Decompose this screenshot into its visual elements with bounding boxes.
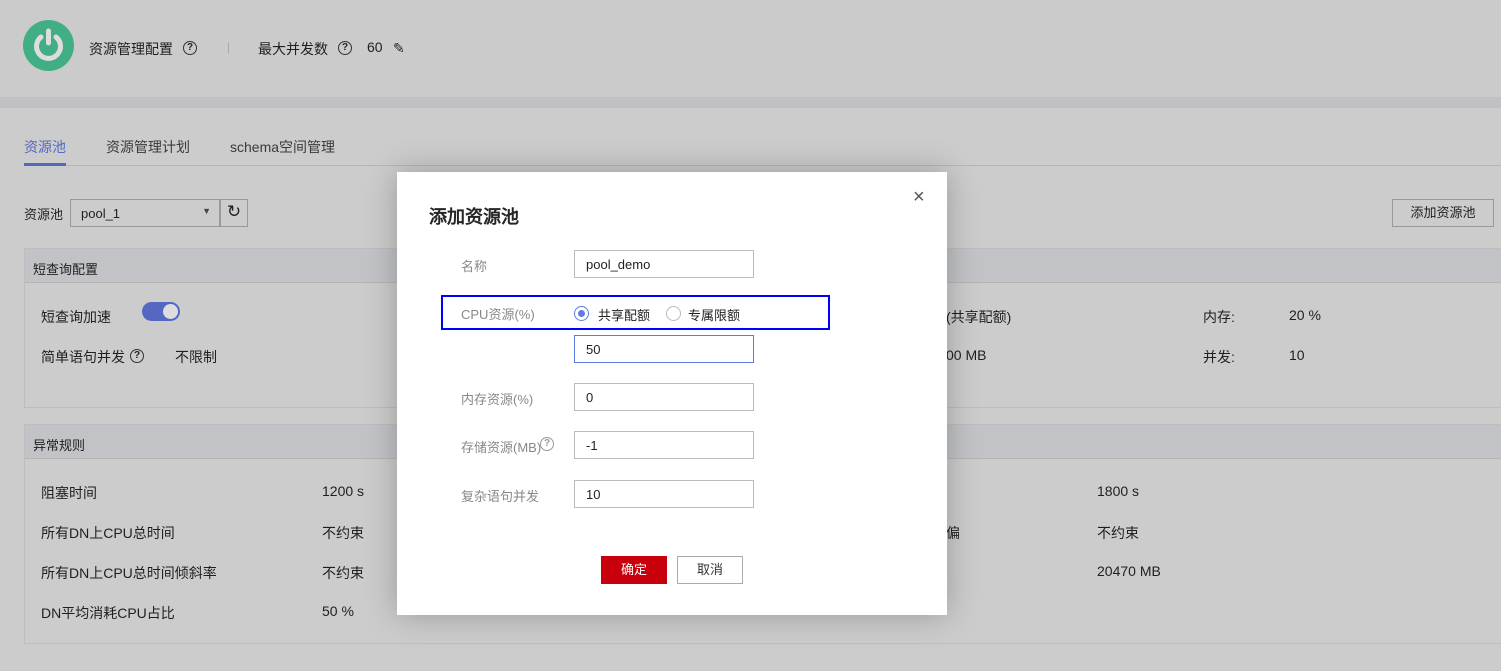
name-label: 名称 [461, 259, 488, 274]
memory-value: 20 % [1289, 307, 1321, 323]
help-icon[interactable]: ? [130, 349, 144, 363]
add-pool-dialog: 添加资源池 × 名称 CPU资源(%) 共享配额 专属限额 内存资源(%) 存储… [397, 172, 947, 615]
radio-shared-quota[interactable] [574, 306, 589, 321]
tab-baseline [24, 165, 1501, 166]
memory-label: 内存: [1203, 309, 1235, 325]
storage-input[interactable] [574, 431, 754, 459]
rule-value: 不约束 [1097, 525, 1139, 541]
edit-pencil-icon[interactable]: ✎ [393, 40, 405, 57]
memory-label: 内存资源(%) [461, 392, 534, 407]
storage-partial-text: 00 MB [946, 347, 987, 363]
accel-toggle[interactable] [142, 302, 180, 321]
rule-value: 不约束 [322, 525, 364, 541]
refresh-icon: ↻ [226, 202, 242, 221]
cpu-input[interactable] [574, 335, 754, 363]
cpu-label: CPU资源(%) [461, 307, 535, 322]
dialog-title: 添加资源池 [429, 207, 519, 227]
rule-label: 偏 [946, 525, 960, 541]
tab-resource-plan[interactable]: 资源管理计划 [106, 137, 190, 157]
add-pool-button[interactable]: 添加资源池 [1392, 199, 1494, 227]
confirm-button[interactable]: 确定 [601, 556, 667, 584]
pool-label: 资源池 [24, 207, 64, 222]
radio-dedicated-limit[interactable] [666, 306, 681, 321]
rule-label: 所有DN上CPU总时间 [41, 525, 175, 541]
header-panel [0, 0, 1501, 97]
power-logo-icon [23, 20, 74, 71]
name-input[interactable] [574, 250, 754, 278]
concurrency-label: 并发: [1203, 349, 1235, 365]
storage-label: 存储资源(MB) [461, 440, 542, 455]
rule-value: 20470 MB [1097, 563, 1161, 579]
cpu-partial-text: (共享配额) [946, 309, 1012, 325]
tab-active-indicator [24, 163, 66, 166]
rule-label: 阻塞时间 [41, 485, 97, 501]
radio-label: 共享配额 [598, 308, 651, 323]
memory-input[interactable] [574, 383, 754, 411]
rule-value: 1800 s [1097, 483, 1140, 499]
pool-select-value: pool_1 [81, 206, 121, 221]
simple-concurrency-label: 简单语句并发 [41, 349, 125, 365]
rule-value: 不约束 [322, 565, 364, 581]
cancel-button[interactable]: 取消 [677, 556, 743, 584]
header-title: 资源管理配置 [89, 41, 173, 57]
concurrency-value: 10 [1289, 347, 1305, 363]
max-concurrency-value: 60 [367, 39, 383, 55]
tab-resource-pool[interactable]: 资源池 [24, 137, 66, 157]
tab-schema-space[interactable]: schema空间管理 [230, 137, 335, 157]
help-icon[interactable]: ? [338, 41, 352, 55]
pool-select[interactable]: pool_1 ▼ [70, 199, 220, 227]
complex-concurrency-label: 复杂语句并发 [461, 489, 540, 504]
rule-label: DN平均消耗CPU占比 [41, 605, 175, 621]
help-icon[interactable]: ? [540, 437, 554, 451]
accel-label: 短查询加速 [41, 309, 111, 325]
chevron-down-icon: ▼ [202, 206, 211, 216]
refresh-button[interactable]: ↻ [220, 199, 248, 227]
simple-concurrency-value: 不限制 [175, 349, 217, 365]
max-concurrency-label: 最大并发数 [258, 41, 328, 57]
header-divider [228, 42, 229, 54]
help-icon[interactable]: ? [183, 41, 197, 55]
divider-band [0, 97, 1501, 108]
rule-label: 所有DN上CPU总时间倾斜率 [41, 565, 217, 581]
close-icon[interactable]: × [913, 186, 925, 209]
rule-value: 1200 s [322, 483, 365, 499]
rule-value: 50 % [322, 603, 354, 619]
radio-label: 专属限额 [688, 308, 741, 323]
complex-concurrency-input[interactable] [574, 480, 754, 508]
